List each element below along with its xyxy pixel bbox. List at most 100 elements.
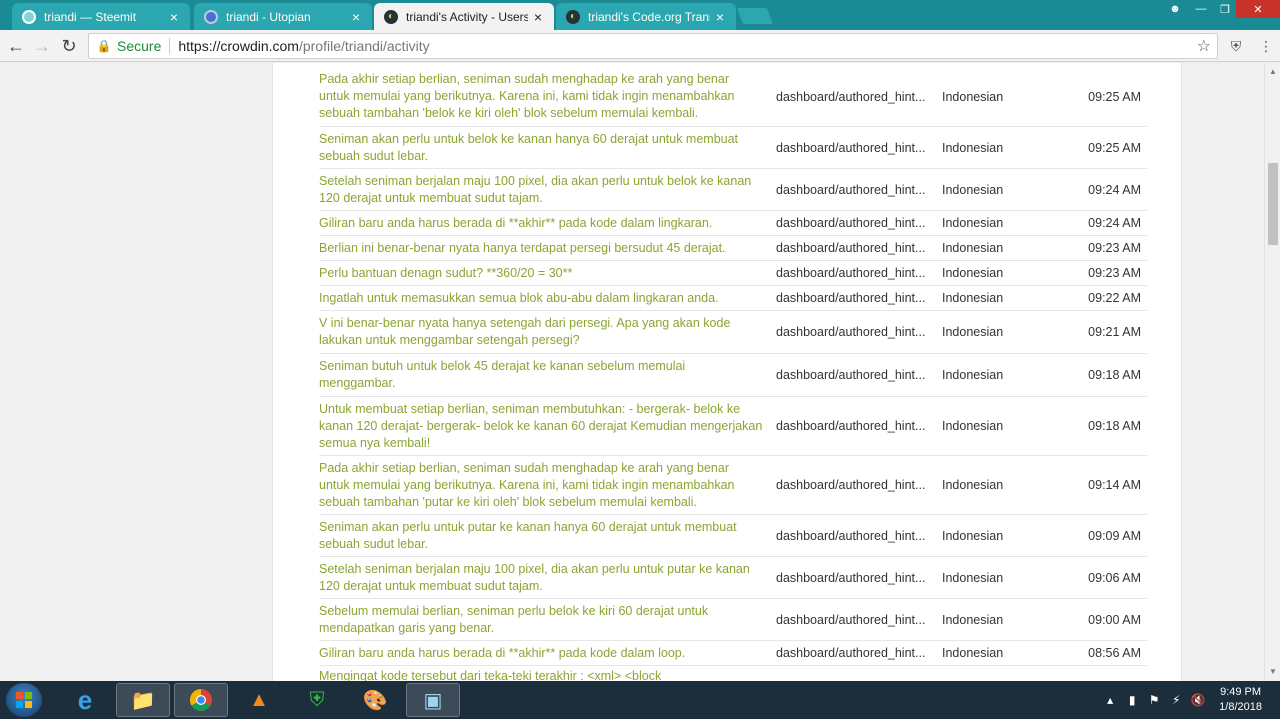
translation-text[interactable]: Perlu bantuan denagn sudut? **360/20 = 3… (319, 265, 769, 282)
power-icon[interactable]: ⚡ (1167, 693, 1185, 707)
close-icon[interactable]: × (346, 9, 366, 25)
tab-steemit[interactable]: triandi — Steemit × (12, 3, 190, 30)
timestamp: 09:23 AM (1088, 241, 1141, 255)
taskbar: e 📁 ▲ ⛨ 🎨 ▣ ▴ ▮ ⚑ ⚡ 🔇 9:49 PM 1/8/2018 (0, 681, 1280, 719)
activity-row[interactable]: Berlian ini benar-benar nyata hanya terd… (319, 236, 1147, 261)
activity-row[interactable]: V ini benar-benar nyata hanya setengah d… (319, 311, 1147, 354)
address-bar[interactable]: 🔒 Secure https://crowdin.com/profile/tri… (88, 33, 1218, 59)
action-center-icon[interactable]: ⚑ (1145, 693, 1163, 707)
file-path[interactable]: dashboard/authored_hint... (776, 571, 942, 585)
file-path[interactable]: dashboard/authored_hint... (776, 141, 942, 155)
file-path[interactable]: dashboard/authored_hint... (776, 646, 942, 660)
language: Indonesian (942, 646, 1004, 660)
timestamp: 09:25 AM (1088, 140, 1141, 155)
file-path[interactable]: dashboard/authored_hint... (776, 613, 942, 627)
bookmark-star-icon[interactable]: ☆ (1197, 36, 1211, 56)
browser-toolbar: ← → ↻ 🔒 Secure https://crowdin.com/profi… (0, 30, 1280, 62)
file-path[interactable]: dashboard/authored_hint... (776, 478, 942, 492)
scroll-down-icon[interactable]: ▼ (1265, 665, 1280, 679)
back-icon[interactable]: ← (4, 34, 28, 58)
close-icon[interactable]: × (710, 9, 730, 25)
scrollbar[interactable]: ▲ ▼ (1264, 63, 1280, 681)
close-icon[interactable]: × (528, 9, 548, 25)
file-path[interactable]: dashboard/authored_hint... (776, 419, 942, 433)
shield-icon[interactable]: ⛨ (1226, 36, 1246, 56)
activity-row[interactable]: Seniman butuh untuk belok 45 derajat ke … (319, 354, 1147, 397)
activity-row[interactable]: Mengingat kode tersebut dari teka-teki t… (319, 666, 1147, 681)
restore-icon[interactable]: ❐ (1212, 0, 1238, 18)
paint-icon[interactable]: 🎨 (348, 683, 402, 717)
lock-icon: 🔒 (96, 39, 112, 53)
tab-title: triandi's Activity - Users a (406, 9, 528, 24)
new-tab-button[interactable] (737, 8, 773, 24)
activity-row[interactable]: Ingatlah untuk memasukkan semua blok abu… (319, 286, 1147, 311)
close-icon[interactable]: × (164, 9, 184, 25)
scroll-up-icon[interactable]: ▲ (1265, 65, 1280, 79)
url-text[interactable]: https://crowdin.com/profile/triandi/acti… (178, 38, 429, 54)
timestamp: 09:23 AM (1088, 266, 1141, 280)
activity-row[interactable]: Seniman akan perlu untuk putar ke kanan … (319, 515, 1147, 557)
file-path[interactable]: dashboard/authored_hint... (776, 529, 942, 543)
activity-row[interactable]: Sebelum memulai berlian, seniman perlu b… (319, 599, 1147, 641)
translation-text[interactable]: Sebelum memulai berlian, seniman perlu b… (319, 603, 769, 637)
tab-utopian[interactable]: triandi - Utopian × (194, 3, 372, 30)
notepad-icon[interactable]: ▣ (406, 683, 460, 717)
menu-icon[interactable]: ⋮ (1256, 36, 1276, 56)
reload-icon[interactable]: ↻ (57, 34, 81, 58)
activity-row[interactable]: Setelah seniman berjalan maju 100 pixel,… (319, 557, 1147, 599)
translation-text[interactable]: Setelah seniman berjalan maju 100 pixel,… (319, 561, 769, 595)
file-path[interactable]: dashboard/authored_hint... (776, 291, 942, 305)
activity-row[interactable]: Setelah seniman berjalan maju 100 pixel,… (319, 169, 1147, 211)
activity-row[interactable]: Untuk membuat setiap berlian, seniman me… (319, 397, 1147, 456)
activity-row[interactable]: Pada akhir setiap berlian, seniman sudah… (319, 67, 1147, 127)
window-close-icon[interactable]: ✕ (1236, 0, 1280, 18)
translation-text[interactable]: Mengingat kode tersebut dari teka-teki t… (319, 668, 769, 681)
translation-text[interactable]: Untuk membuat setiap berlian, seniman me… (319, 401, 769, 452)
translation-text[interactable]: Berlian ini benar-benar nyata hanya terd… (319, 240, 769, 257)
language: Indonesian (942, 291, 1004, 305)
translation-text[interactable]: V ini benar-benar nyata hanya setengah d… (319, 315, 769, 349)
internet-explorer-icon[interactable]: e (58, 683, 112, 717)
clock[interactable]: 9:49 PM 1/8/2018 (1219, 685, 1262, 715)
file-path[interactable]: dashboard/authored_hint... (776, 266, 942, 280)
chevron-up-icon[interactable]: ▴ (1101, 693, 1119, 707)
translation-text[interactable]: Pada akhir setiap berlian, seniman sudah… (319, 71, 769, 122)
translation-text[interactable]: Seniman akan perlu untuk belok ke kanan … (319, 131, 769, 165)
file-path[interactable]: dashboard/authored_hint... (776, 241, 942, 255)
divider (169, 38, 171, 54)
crowdin-icon: ◐ (384, 9, 398, 24)
steemit-icon (22, 9, 36, 24)
file-path[interactable]: dashboard/authored_hint... (776, 90, 942, 104)
start-button[interactable] (6, 683, 42, 717)
activity-row[interactable]: Giliran baru anda harus berada di **akhi… (319, 211, 1147, 236)
translation-text[interactable]: Seniman butuh untuk belok 45 derajat ke … (319, 358, 769, 392)
translation-text[interactable]: Pada akhir setiap berlian, seniman sudah… (319, 460, 769, 511)
activity-row[interactable]: Giliran baru anda harus berada di **akhi… (319, 641, 1147, 666)
translation-text[interactable]: Setelah seniman berjalan maju 100 pixel,… (319, 173, 769, 207)
file-path[interactable]: dashboard/authored_hint... (776, 325, 942, 339)
chrome-icon[interactable] (174, 683, 228, 717)
translation-text[interactable]: Giliran baru anda harus berada di **akhi… (319, 645, 769, 662)
forward-icon[interactable]: → (30, 34, 54, 58)
minimize-icon[interactable]: — (1188, 0, 1214, 18)
activity-row[interactable]: Perlu bantuan denagn sudut? **360/20 = 3… (319, 261, 1147, 286)
vlc-icon[interactable]: ▲ (232, 683, 286, 717)
scroll-thumb[interactable] (1268, 163, 1278, 245)
tab-title: triandi's Code.org Transl (588, 9, 710, 24)
network-icon[interactable]: ▮ (1123, 693, 1141, 707)
translation-text[interactable]: Ingatlah untuk memasukkan semua blok abu… (319, 290, 769, 307)
file-path[interactable]: dashboard/authored_hint... (776, 183, 942, 197)
file-explorer-icon[interactable]: 📁 (116, 683, 170, 717)
activity-row[interactable]: Seniman akan perlu untuk belok ke kanan … (319, 127, 1147, 169)
tab-activity[interactable]: ◐ triandi's Activity - Users a × (374, 3, 554, 30)
timestamp: 09:06 AM (1088, 570, 1141, 585)
security-shield-icon[interactable]: ⛨ (290, 683, 344, 717)
translation-text[interactable]: Giliran baru anda harus berada di **akhi… (319, 215, 769, 232)
activity-row[interactable]: Pada akhir setiap berlian, seniman sudah… (319, 456, 1147, 515)
file-path[interactable]: dashboard/authored_hint... (776, 216, 942, 230)
tab-codeorg[interactable]: ◐ triandi's Code.org Transl × (556, 3, 736, 30)
file-path[interactable]: dashboard/authored_hint... (776, 368, 942, 382)
user-icon[interactable]: ☻ (1162, 0, 1188, 18)
translation-text[interactable]: Seniman akan perlu untuk putar ke kanan … (319, 519, 769, 553)
volume-muted-icon[interactable]: 🔇 (1189, 693, 1207, 707)
